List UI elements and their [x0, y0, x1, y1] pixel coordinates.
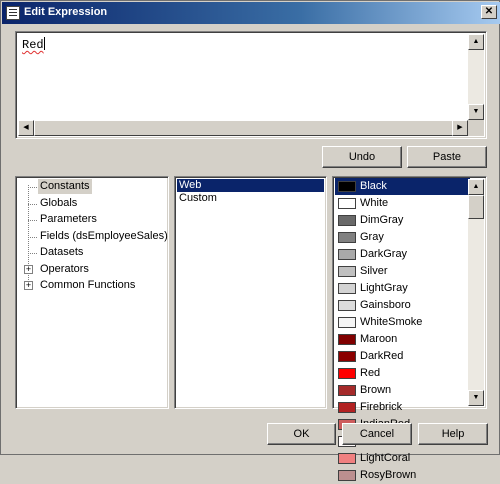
subcategory-item[interactable]: Web: [177, 179, 324, 192]
horizontal-scroll-thumb[interactable]: [34, 120, 460, 136]
scroll-right-arrow-icon[interactable]: ▶: [452, 120, 468, 136]
tree-item[interactable]: Common Functions: [38, 278, 137, 293]
color-name: Red: [360, 367, 381, 379]
color-name: White: [360, 197, 389, 209]
color-item[interactable]: DimGray: [335, 212, 470, 229]
tree-item[interactable]: Fields (dsEmployeeSales): [38, 229, 170, 244]
scroll-down-arrow-icon[interactable]: ▼: [468, 104, 484, 120]
color-item[interactable]: Gray: [335, 229, 470, 246]
tree-connector: [28, 220, 37, 221]
expression-text-area[interactable]: Red: [18, 34, 468, 120]
vertical-scroll-thumb[interactable]: [468, 195, 484, 219]
color-name: Maroon: [360, 333, 398, 345]
title-bar[interactable]: Edit Expression ✕: [2, 2, 500, 24]
editor-vertical-scrollbar[interactable]: ▲ ▼: [468, 34, 484, 120]
color-swatch: [338, 181, 356, 192]
tree-connector: [28, 187, 37, 188]
color-swatch: [338, 470, 356, 481]
color-swatch: [338, 300, 356, 311]
color-name: LightCoral: [360, 452, 411, 464]
color-swatch: [338, 232, 356, 243]
scroll-up-arrow-icon[interactable]: ▲: [468, 34, 484, 50]
edit-expression-dialog: Edit Expression ✕ Red ▲ ▼ ◀ ▶ Undo Paste…: [0, 0, 500, 481]
tree-item[interactable]: Globals: [38, 196, 79, 211]
tree-item[interactable]: Constants: [38, 179, 92, 194]
undo-button[interactable]: Undo: [322, 146, 402, 168]
color-item[interactable]: Silver: [335, 263, 470, 280]
color-swatch: [338, 249, 356, 260]
color-swatch: [338, 283, 356, 294]
subcategory-item[interactable]: Custom: [177, 192, 324, 205]
color-name: Gainsboro: [360, 299, 411, 311]
color-item[interactable]: Firebrick: [335, 399, 470, 416]
color-name: DarkRed: [360, 350, 404, 362]
color-swatch: [338, 402, 356, 413]
text-caret: [43, 37, 45, 50]
tree-item[interactable]: Datasets: [38, 245, 85, 260]
scroll-down-arrow-icon[interactable]: ▼: [468, 390, 484, 406]
dialog-title: Edit Expression: [24, 6, 108, 18]
expand-plus-icon[interactable]: +: [24, 281, 33, 290]
color-name: WhiteSmoke: [360, 316, 423, 328]
dialog-icon: [6, 6, 20, 20]
color-name: Firebrick: [360, 401, 403, 413]
paste-button[interactable]: Paste: [407, 146, 487, 168]
scroll-up-arrow-icon[interactable]: ▲: [468, 179, 484, 195]
expression-editor[interactable]: Red ▲ ▼ ◀ ▶: [15, 31, 487, 139]
color-item[interactable]: WhiteSmoke: [335, 314, 470, 331]
color-name: Brown: [360, 384, 392, 396]
color-item[interactable]: Black: [335, 178, 470, 195]
ok-button[interactable]: OK: [267, 423, 336, 445]
scrollbar-corner: [468, 120, 484, 136]
cancel-button[interactable]: Cancel: [342, 423, 412, 445]
expression-text: Red: [22, 38, 44, 52]
color-item[interactable]: LightCoral: [335, 450, 470, 467]
help-button[interactable]: Help: [418, 423, 488, 445]
subcategory-list[interactable]: Web Custom: [174, 176, 327, 409]
color-list[interactable]: Black White DimGray Gray DarkGray Silver Light…: [332, 176, 487, 481]
color-item[interactable]: Brown: [335, 382, 470, 399]
color-swatch: [338, 266, 356, 277]
editor-horizontal-scrollbar[interactable]: ◀ ▶: [18, 120, 468, 136]
color-name: Gray: [360, 231, 384, 243]
scroll-left-arrow-icon[interactable]: ◀: [18, 120, 34, 136]
color-name: DimGray: [360, 214, 404, 226]
close-button[interactable]: ✕: [481, 5, 497, 19]
color-item[interactable]: LightGray: [335, 280, 470, 297]
tree-connector: [28, 203, 37, 205]
color-item[interactable]: Maroon: [335, 331, 470, 348]
color-list-scrollbar[interactable]: ▲ ▼: [468, 179, 484, 406]
color-swatch: [338, 198, 356, 209]
color-swatch: [338, 317, 356, 328]
color-name: RosyBrown: [360, 469, 417, 481]
color-swatch: [338, 215, 356, 226]
color-swatch: [338, 368, 356, 379]
tree-connector: [28, 253, 37, 254]
tree-item[interactable]: Operators: [38, 262, 91, 277]
color-name: Silver: [360, 265, 388, 277]
color-swatch: [338, 334, 356, 345]
color-item[interactable]: DarkGray: [335, 246, 470, 263]
color-item[interactable]: Gainsboro: [335, 297, 470, 314]
tree-connector: [28, 236, 37, 238]
expand-plus-icon[interactable]: +: [24, 264, 33, 274]
tree-item[interactable]: Parameters: [38, 212, 99, 227]
color-item[interactable]: White: [335, 195, 470, 212]
color-name: LightGray: [360, 282, 408, 294]
color-name: Black: [360, 180, 387, 192]
category-tree[interactable]: Constants Globals Parameters Fields (dsEmpl…: [15, 176, 169, 409]
color-name: DarkGray: [360, 248, 408, 260]
color-item[interactable]: RosyBrown: [335, 467, 470, 484]
color-swatch: [338, 351, 356, 362]
color-item[interactable]: DarkRed: [335, 348, 470, 365]
color-swatch: [338, 385, 356, 396]
color-item[interactable]: Red: [335, 365, 470, 382]
